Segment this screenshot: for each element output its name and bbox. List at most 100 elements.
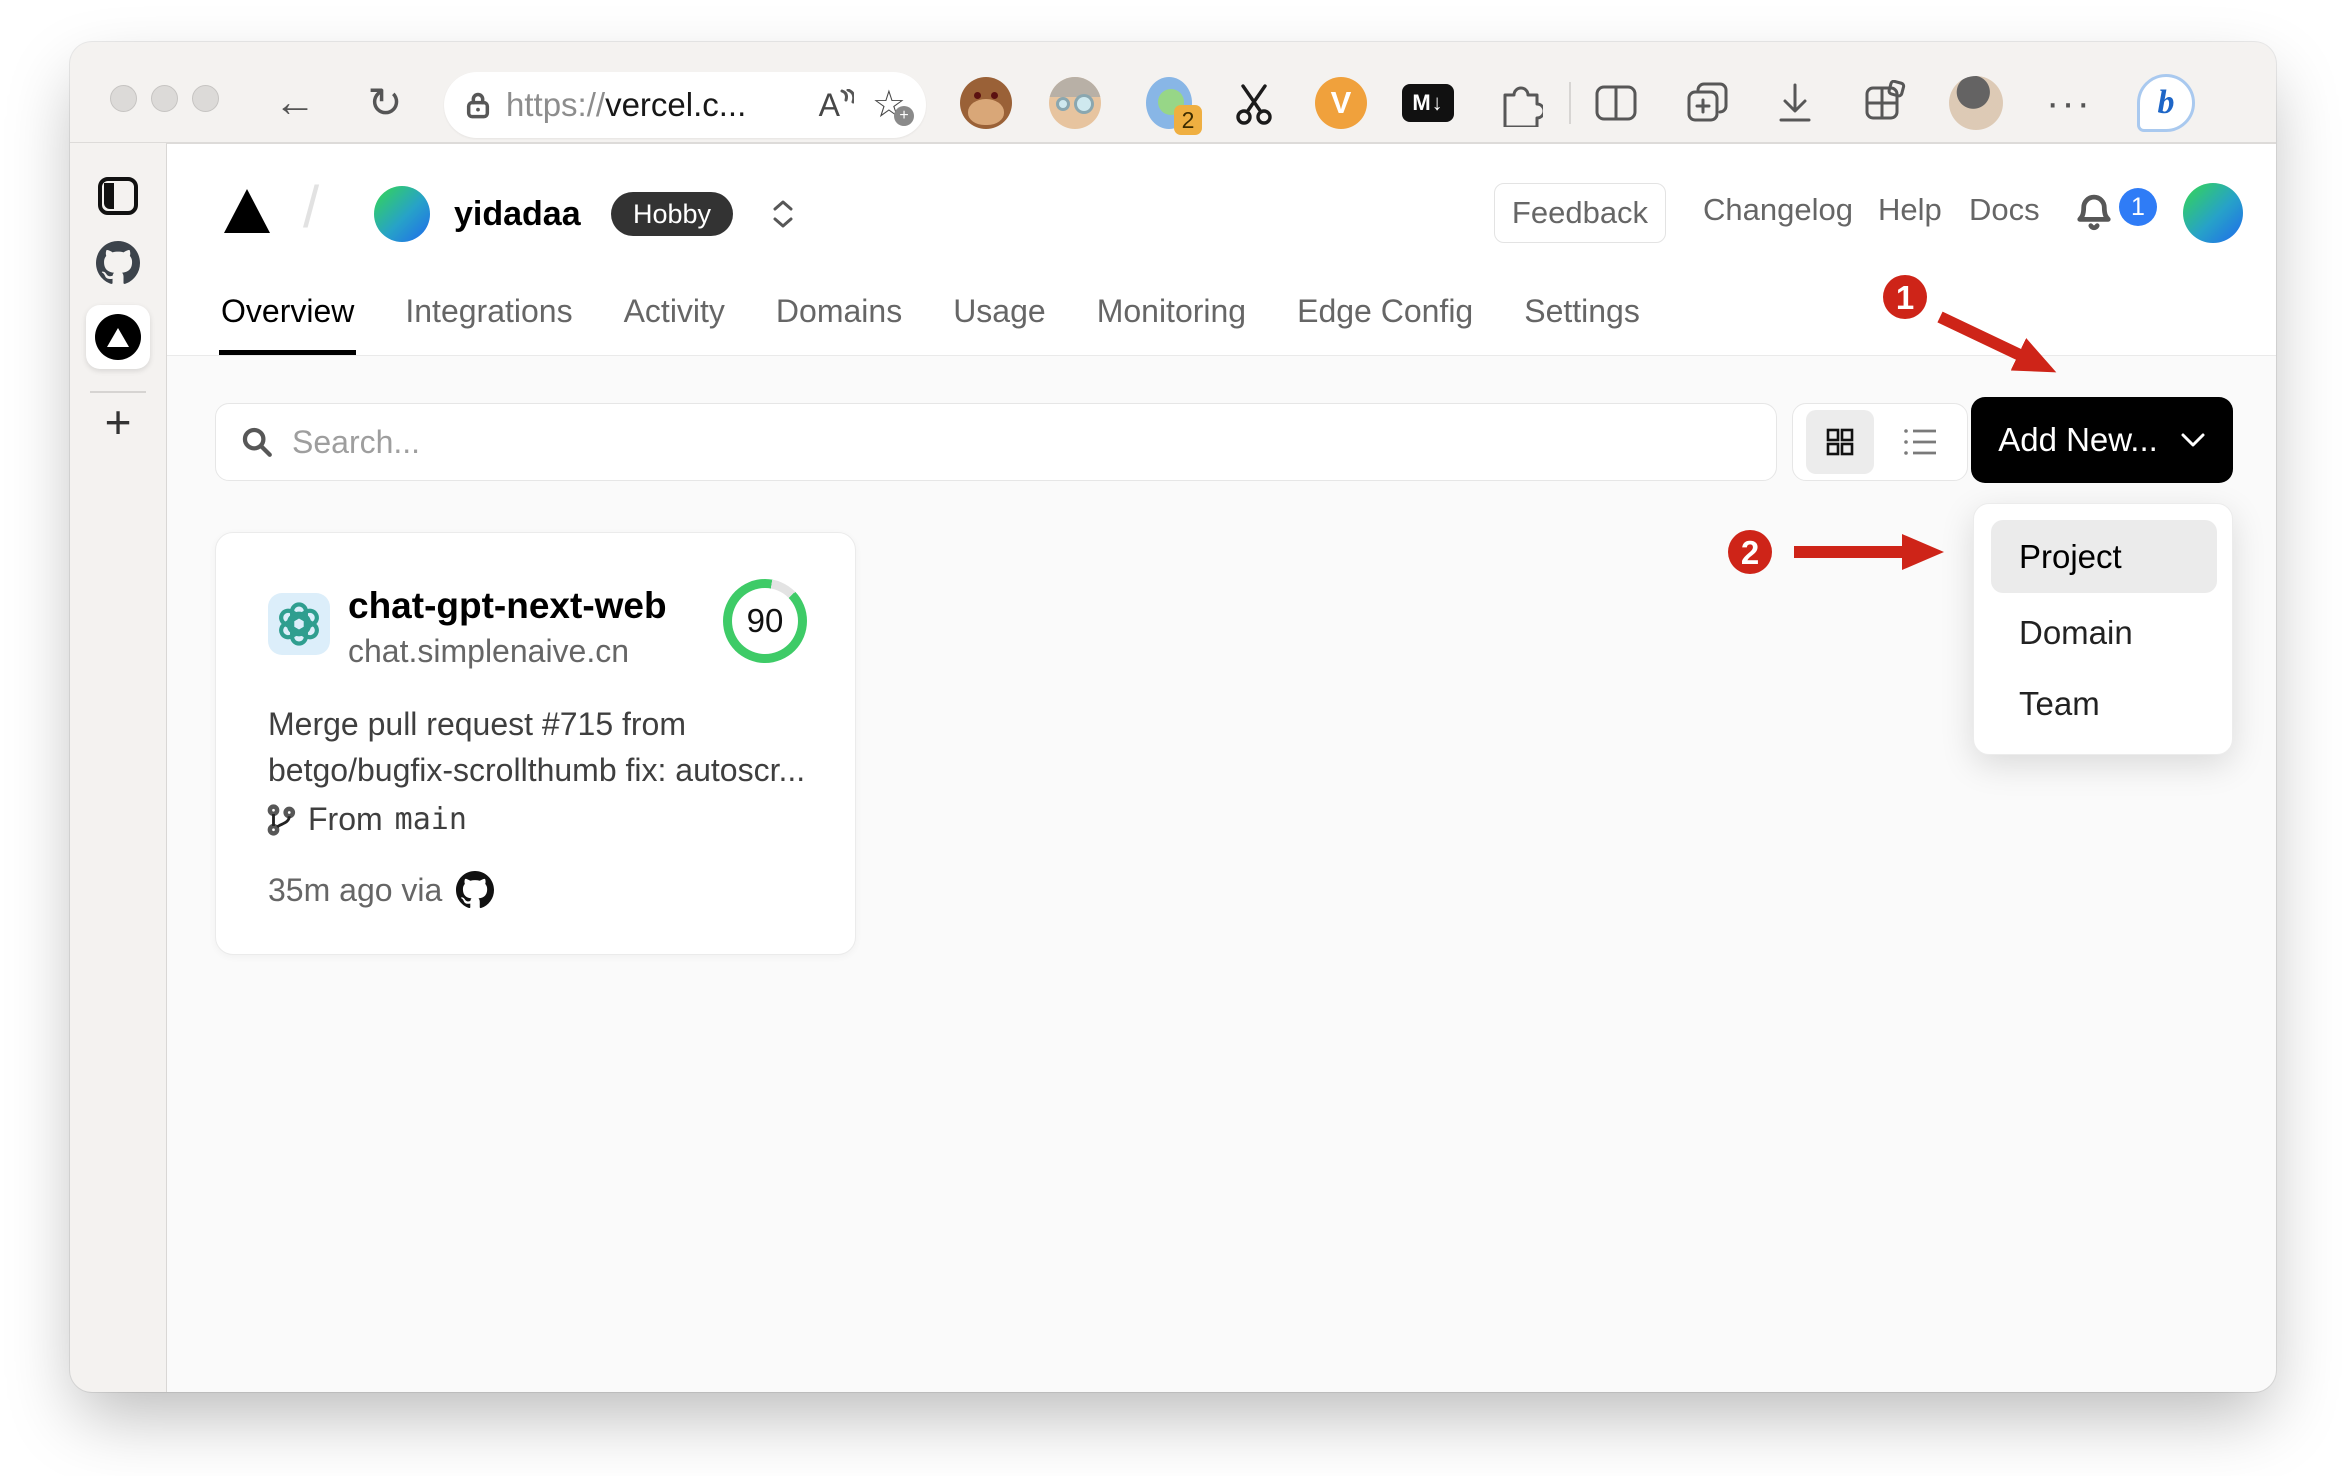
sidebar-tab-github[interactable] xyxy=(90,235,146,291)
bing-icon: b xyxy=(2137,74,2195,132)
add-new-label: Add New... xyxy=(1998,421,2158,458)
sidebar-panel-button[interactable] xyxy=(90,168,146,224)
vercel-nav-tabs: Overview Integrations Activity Domains U… xyxy=(219,281,1642,355)
deploy-time: 35m ago via xyxy=(268,871,443,908)
team-switcher-button[interactable] xyxy=(765,192,801,236)
vercel-header: / yidadaa Hobby Feedback Changelog Help … xyxy=(167,144,2276,356)
collections-icon xyxy=(1687,82,1728,122)
circles-icon: 2 xyxy=(1144,75,1202,135)
star-plus-icon: + xyxy=(894,106,914,126)
dropdown-item-team[interactable]: Team xyxy=(1991,667,2217,740)
tab-activity[interactable]: Activity xyxy=(622,281,727,355)
traffic-light-close[interactable] xyxy=(110,85,137,112)
vercel-logo[interactable] xyxy=(224,189,270,233)
extensions-menu-button[interactable] xyxy=(1490,74,1548,132)
profile-cat-avatar xyxy=(1949,76,2003,130)
tab-integrations[interactable]: Integrations xyxy=(403,281,574,355)
grandma-icon xyxy=(1049,77,1101,129)
dropdown-item-domain[interactable]: Domain xyxy=(1991,596,2217,669)
extension-clipper[interactable] xyxy=(1225,74,1283,132)
tab-domains[interactable]: Domains xyxy=(774,281,904,355)
url-scheme: https:// xyxy=(506,86,606,123)
docs-link[interactable]: Docs xyxy=(1969,192,2040,228)
puzzle-icon xyxy=(1503,86,1543,127)
feedback-button[interactable]: Feedback xyxy=(1494,183,1666,243)
project-avatar xyxy=(268,593,330,655)
tab-edge-config[interactable]: Edge Config xyxy=(1295,281,1475,355)
git-branch-icon xyxy=(267,803,296,836)
grid-view-button[interactable] xyxy=(1805,410,1874,474)
extension-avatar[interactable] xyxy=(1046,74,1104,132)
bell-icon xyxy=(2077,194,2111,231)
read-aloud-button[interactable]: A xyxy=(819,87,854,124)
breadcrumb-slash: / xyxy=(303,175,320,240)
sidebar-divider xyxy=(90,391,146,393)
user-avatar[interactable] xyxy=(2183,183,2243,243)
notifications-button[interactable]: 1 xyxy=(2075,182,2161,244)
notification-count-badge: 1 xyxy=(2119,188,2157,226)
team-avatar[interactable] xyxy=(374,186,430,242)
browser-profile-button[interactable] xyxy=(1947,74,2005,132)
extension-v[interactable]: V xyxy=(1312,74,1370,132)
back-button[interactable]: ← xyxy=(263,70,327,134)
extension-tampermonkey[interactable] xyxy=(957,74,1015,132)
github-icon xyxy=(456,871,495,909)
browser-essentials-button[interactable] xyxy=(1855,74,1913,132)
github-icon xyxy=(96,241,140,284)
new-tab-button[interactable]: + xyxy=(90,394,146,450)
lighthouse-score-ring: 90 xyxy=(723,579,807,663)
grid-view-icon xyxy=(1826,428,1853,456)
traffic-light-zoom[interactable] xyxy=(192,85,219,112)
project-title[interactable]: chat-gpt-next-web xyxy=(348,585,667,627)
scissors-icon xyxy=(1236,84,1272,125)
add-new-button[interactable]: Add New... xyxy=(1971,397,2233,483)
add-new-dropdown: Project Domain Team xyxy=(1973,503,2233,755)
address-bar[interactable]: https://vercel.c... A ☆ + xyxy=(444,72,926,138)
lock-icon xyxy=(466,92,490,119)
v-icon: V xyxy=(1315,77,1367,129)
screenshot-stage: ← ↻ https://vercel.c... A ☆ + 2 V M↓ ···… xyxy=(0,0,2342,1476)
view-toggle-group xyxy=(1792,403,1968,481)
chevron-down-icon xyxy=(2181,433,2205,447)
tab-monitoring[interactable]: Monitoring xyxy=(1095,281,1248,355)
tab-overview[interactable]: Overview xyxy=(219,281,357,355)
vercel-tab-icon xyxy=(95,314,141,360)
dropdown-item-project[interactable]: Project xyxy=(1991,520,2217,593)
openai-icon xyxy=(279,602,319,646)
download-icon xyxy=(1779,83,1811,122)
traffic-light-minimize[interactable] xyxy=(151,85,178,112)
chevron-down-icon xyxy=(773,217,793,228)
sidebar-tab-vercel-active[interactable] xyxy=(86,305,150,369)
branch-label: From xyxy=(308,801,383,837)
tab-settings[interactable]: Settings xyxy=(1522,281,1642,355)
add-favorite-button[interactable]: ☆ + xyxy=(872,86,914,126)
help-link[interactable]: Help xyxy=(1878,192,1942,228)
browser-window: ← ↻ https://vercel.c... A ☆ + 2 V M↓ ···… xyxy=(70,42,2276,1392)
read-aloud-waves-icon xyxy=(840,88,854,103)
refresh-button[interactable]: ↻ xyxy=(353,70,417,134)
page-content: / yidadaa Hobby Feedback Changelog Help … xyxy=(166,143,2276,1392)
back-icon: ← xyxy=(274,78,316,125)
search-input[interactable] xyxy=(292,423,1752,461)
project-domain[interactable]: chat.simplenaive.cn xyxy=(348,633,629,670)
plan-badge: Hobby xyxy=(611,192,734,236)
collections-button[interactable] xyxy=(1678,74,1736,132)
changelog-link[interactable]: Changelog xyxy=(1703,192,1853,228)
extension-markdownload[interactable]: M↓ xyxy=(1399,74,1457,132)
tab-usage[interactable]: Usage xyxy=(951,281,1048,355)
list-view-button[interactable] xyxy=(1887,410,1955,474)
extension-badge: 2 xyxy=(1174,105,1202,135)
monkey-icon xyxy=(960,77,1012,129)
project-card[interactable]: chat-gpt-next-web chat.simplenaive.cn 90… xyxy=(215,532,856,955)
bing-chat-button[interactable]: b xyxy=(2137,74,2195,132)
team-name[interactable]: yidadaa xyxy=(454,195,581,234)
downloads-button[interactable] xyxy=(1766,74,1824,132)
plus-icon: + xyxy=(104,396,132,448)
toolbar-divider xyxy=(1569,82,1571,124)
url-text: https://vercel.c... xyxy=(506,86,819,124)
project-search[interactable] xyxy=(215,403,1777,481)
workspace-panel-icon xyxy=(98,177,138,215)
extension-tab-manager[interactable]: 2 xyxy=(1143,74,1202,135)
settings-more-button[interactable]: ··· xyxy=(2040,74,2098,132)
split-screen-button[interactable] xyxy=(1587,74,1645,132)
